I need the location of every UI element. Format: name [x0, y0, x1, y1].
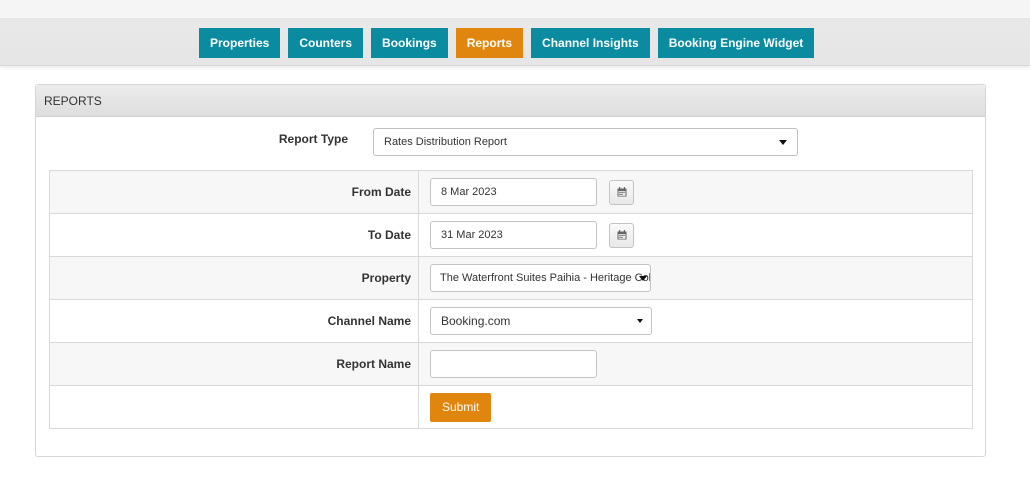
report-type-select[interactable]: Rates Distribution Report — [373, 128, 798, 156]
nav-reports[interactable]: Reports — [455, 28, 524, 58]
chevron-down-icon — [637, 319, 643, 323]
from-date-row: From Date 8 Mar 2023 — [49, 170, 973, 214]
calendar-icon[interactable] — [609, 179, 635, 205]
submit-row: Submit — [49, 385, 973, 429]
report-type-row: Report Type Rates Distribution Report — [36, 125, 985, 165]
channel-name-label: Channel Name — [49, 299, 419, 343]
nav-properties[interactable]: Properties — [199, 28, 281, 58]
report-type-label: Report Type — [278, 132, 348, 146]
top-navigation-bar: Properties Counters Bookings Reports Cha… — [0, 0, 1030, 66]
nav-bookings[interactable]: Bookings — [371, 28, 448, 58]
nav-booking-engine-widget[interactable]: Booking Engine Widget — [657, 28, 815, 58]
property-select[interactable]: The Waterfront Suites Paihia - Heritage … — [430, 264, 651, 292]
report-name-input[interactable] — [430, 350, 597, 378]
to-date-input[interactable]: 31 Mar 2023 — [430, 221, 597, 249]
chevron-down-icon — [639, 276, 647, 281]
reports-panel: REPORTS Report Type Rates Distribution R… — [35, 84, 986, 457]
to-date-label: To Date — [49, 213, 419, 257]
report-type-value: Rates Distribution Report — [384, 136, 507, 148]
from-date-input[interactable]: 8 Mar 2023 — [430, 178, 597, 206]
channel-name-select[interactable]: Booking.com — [430, 307, 652, 335]
panel-title: REPORTS — [36, 85, 985, 117]
top-strip — [0, 0, 1030, 18]
to-date-row: To Date 31 Mar 2023 — [49, 213, 973, 257]
report-name-row: Report Name — [49, 342, 973, 386]
nav-channel-insights[interactable]: Channel Insights — [531, 28, 650, 58]
calendar-icon[interactable] — [609, 222, 635, 248]
channel-name-value: Booking.com — [441, 314, 511, 328]
property-row: Property The Waterfront Suites Paihia - … — [49, 256, 973, 300]
property-value: The Waterfront Suites Paihia - Heritage … — [440, 272, 651, 284]
property-label: Property — [49, 256, 419, 300]
report-name-label: Report Name — [49, 342, 419, 386]
from-date-label: From Date — [49, 170, 419, 214]
channel-name-row: Channel Name Booking.com — [49, 299, 973, 343]
report-form-table: From Date 8 Mar 2023 To Date 31 Mar 2023 — [49, 170, 973, 429]
submit-button[interactable]: Submit — [430, 392, 492, 422]
main-nav: Properties Counters Bookings Reports Cha… — [199, 28, 815, 58]
nav-counters[interactable]: Counters — [288, 28, 364, 58]
chevron-down-icon — [779, 140, 787, 145]
